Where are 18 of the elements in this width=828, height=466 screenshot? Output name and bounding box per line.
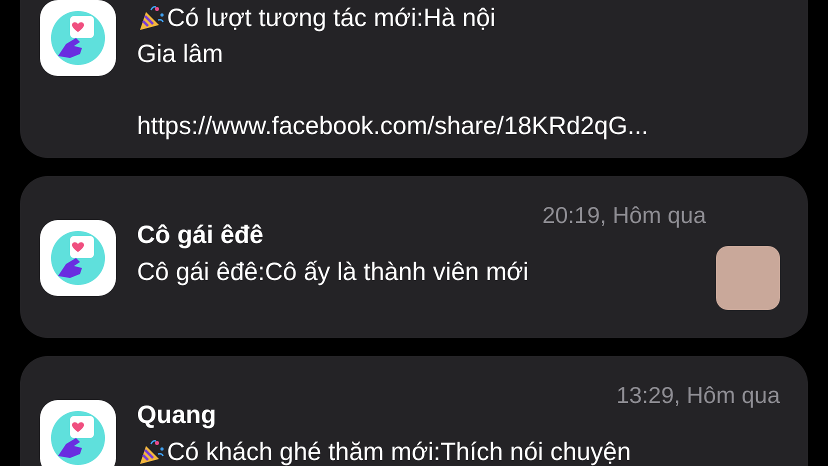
message-text: Có khách ghé thăm mới:Thích nói chuyện xyxy=(167,437,631,466)
sender-name: Quang xyxy=(137,400,216,431)
notification-card[interactable]: Quang 13:29, Hôm qua Có khách ghé thăm mới:Thích nói chuyện xyxy=(20,356,808,466)
notification-card[interactable]: Có lượt tương tác mới:Hà nội Gia lâm https://www.facebook.com/share/18KRd2qG... xyxy=(20,0,808,158)
message-text: Có lượt tương tác mới:Hà nội xyxy=(167,3,496,34)
photo-placeholder xyxy=(716,246,780,310)
timestamp: 20:19, Hôm qua xyxy=(542,204,706,227)
app-icon xyxy=(40,220,116,296)
message-text: https://www.facebook.com/share/18KRd2qG... xyxy=(137,111,648,142)
sender-name: Cô gái êđê xyxy=(137,220,264,251)
message-text: Cô gái êđê:Cô ấy là thành viên mới xyxy=(137,257,529,288)
party-popper-icon xyxy=(137,4,165,32)
timestamp: 13:29, Hôm qua xyxy=(616,384,780,407)
app-icon xyxy=(40,400,116,466)
message-text: Gia lâm xyxy=(137,39,224,70)
party-popper-icon xyxy=(137,438,165,466)
app-icon xyxy=(40,0,116,76)
notification-card[interactable]: Cô gái êđê 20:19, Hôm qua Cô gái êđê:Cô ấy là thành viên mới xyxy=(20,176,808,338)
